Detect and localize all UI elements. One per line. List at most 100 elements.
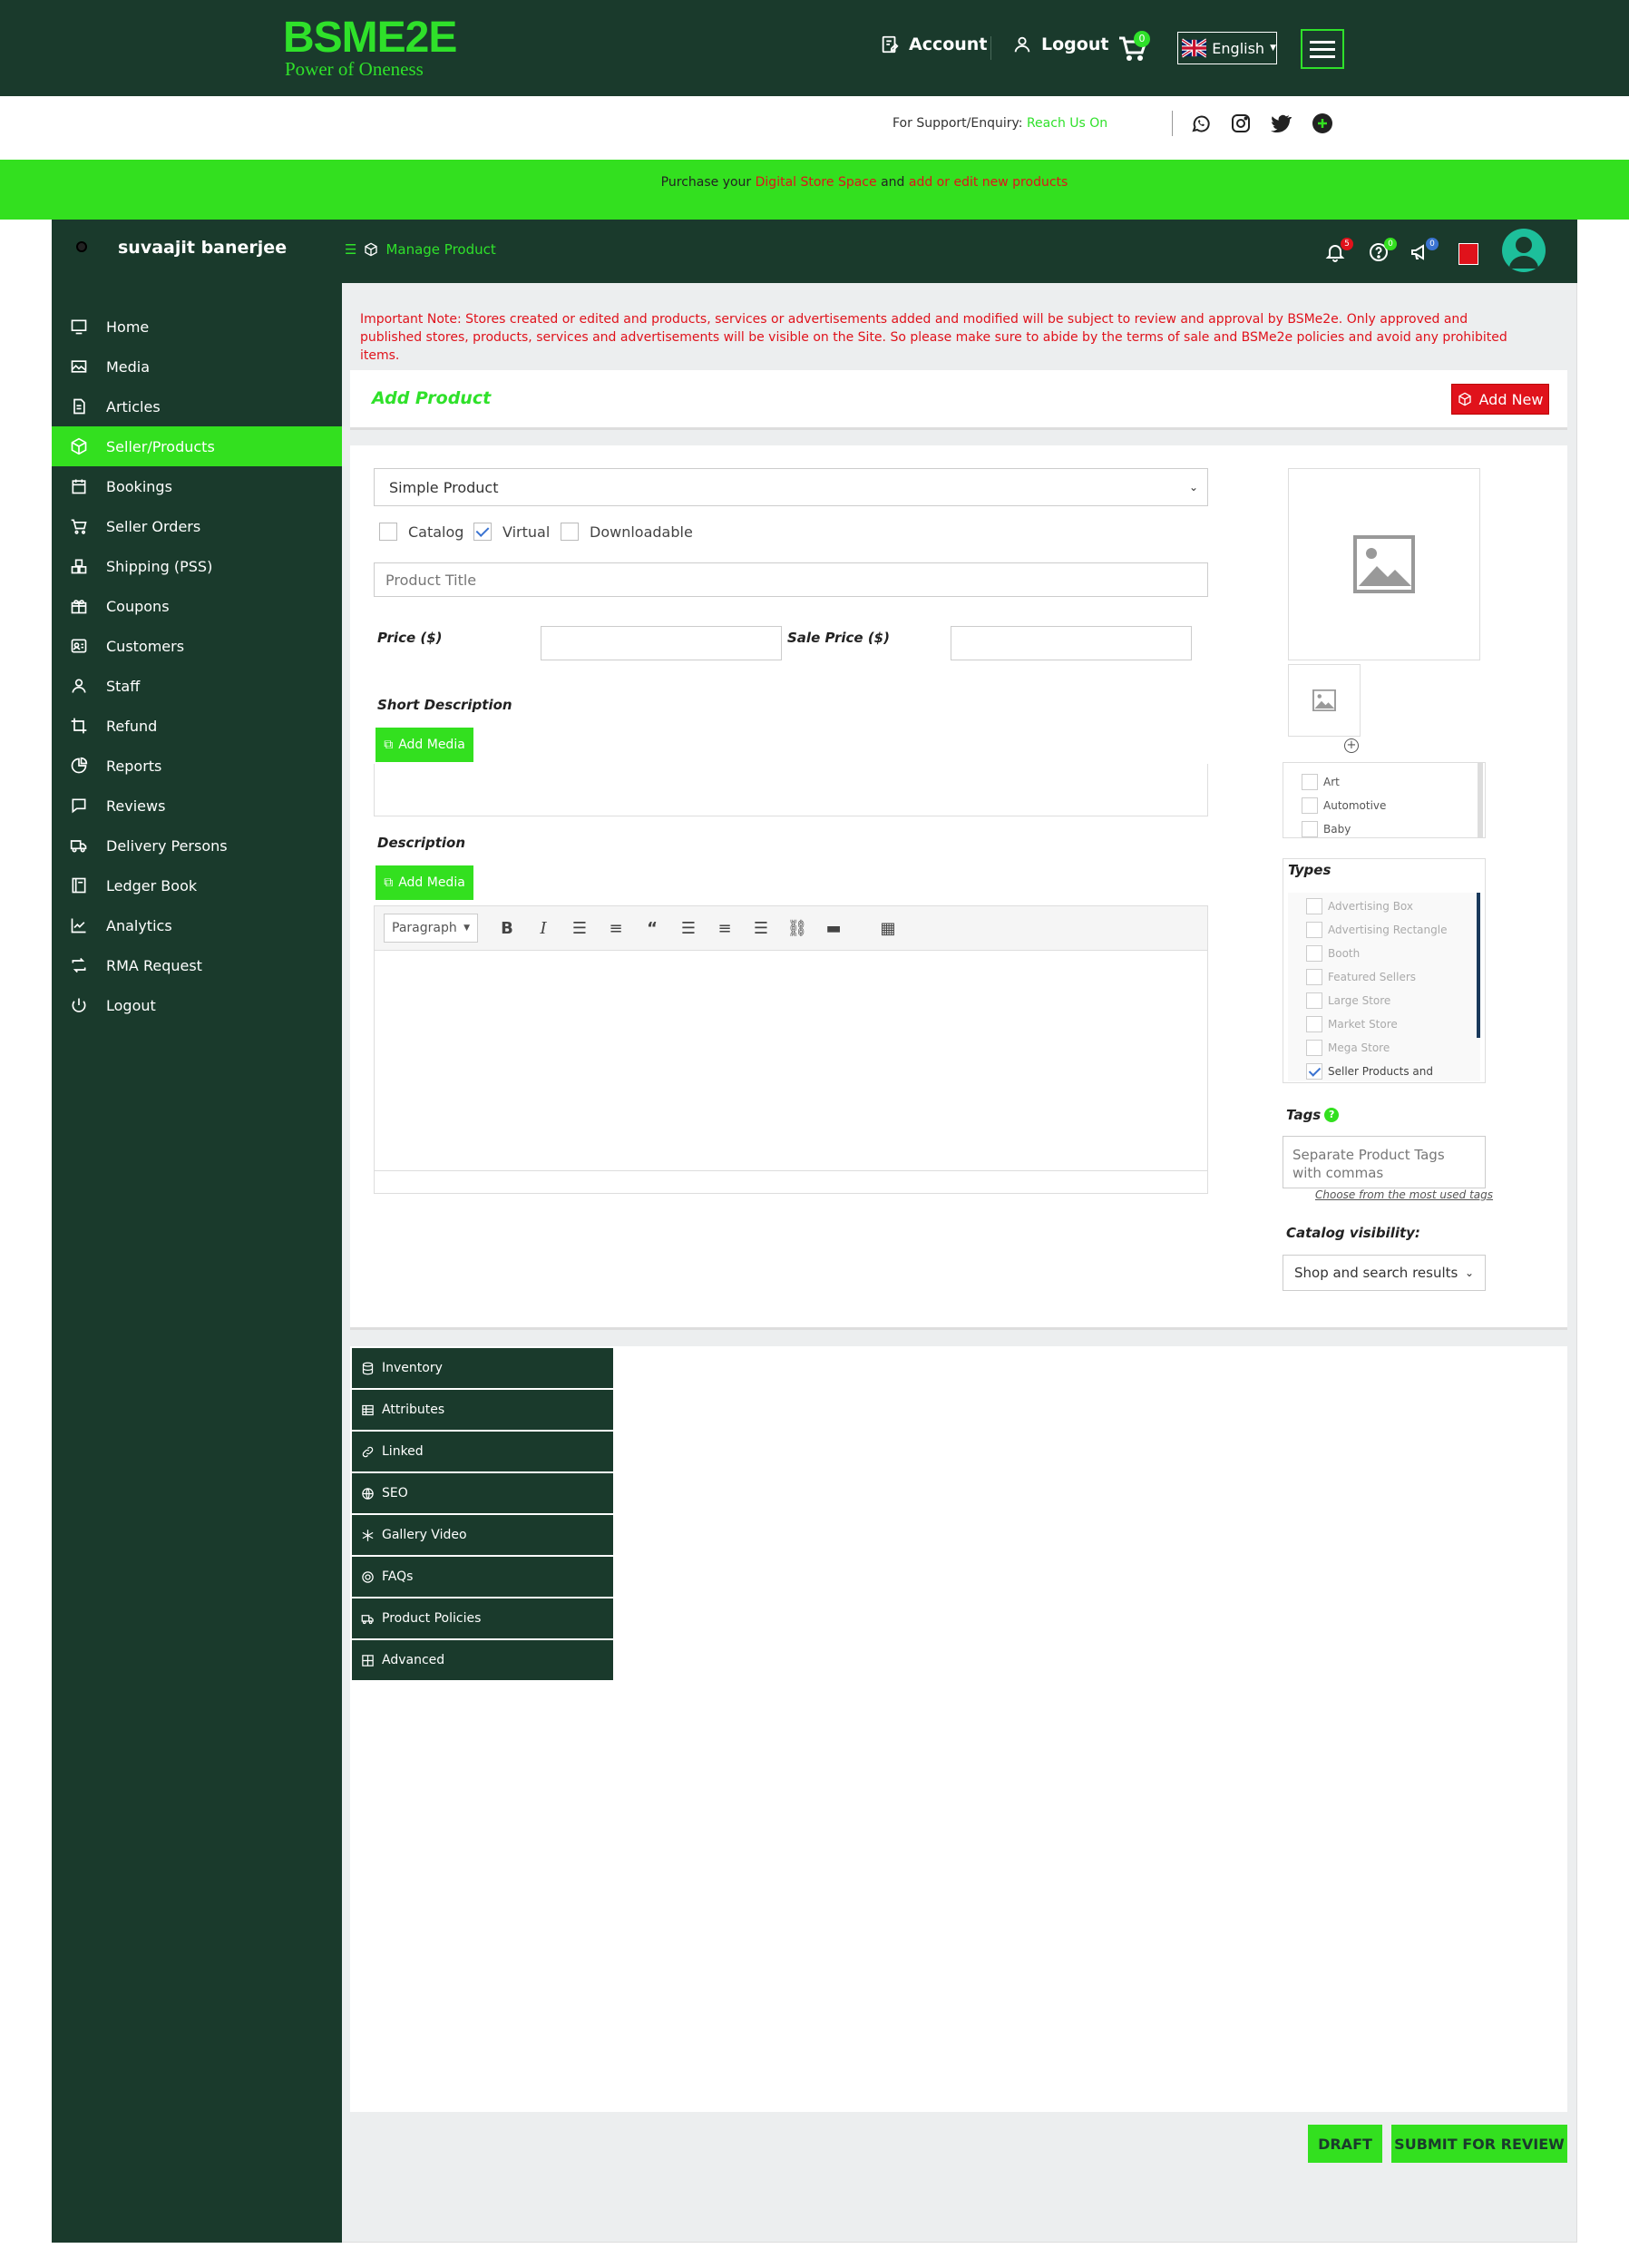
- list-icon: ☰: [345, 241, 357, 258]
- sidebar-item-coupons[interactable]: Coupons: [52, 586, 342, 626]
- add-gallery-image-icon[interactable]: +: [1344, 738, 1359, 753]
- brand-logo[interactable]: BSME2E: [283, 13, 457, 63]
- categories-scrollbar[interactable]: [1478, 763, 1483, 837]
- catalog-checkbox[interactable]: Catalog: [379, 523, 463, 541]
- sidebar-item-articles[interactable]: Articles: [52, 386, 342, 426]
- price-input[interactable]: [541, 626, 782, 660]
- manage-product-breadcrumb[interactable]: ☰ Manage Product: [345, 241, 496, 258]
- sidebar-item-bookings[interactable]: Bookings: [52, 466, 342, 506]
- featured-image-placeholder[interactable]: [1288, 468, 1480, 660]
- sidebar-item-ledger-book[interactable]: Ledger Book: [52, 865, 342, 905]
- sidebar-item-seller-orders[interactable]: Seller Orders: [52, 506, 342, 546]
- align-right-icon[interactable]: ☰: [743, 914, 779, 943]
- sidebar-item-rma-request[interactable]: RMA Request: [52, 945, 342, 985]
- most-used-tags-link[interactable]: Choose from the most used tags: [1315, 1188, 1493, 1201]
- tab-advanced[interactable]: Advanced: [352, 1640, 613, 1680]
- bullet-list-icon[interactable]: ☰: [561, 914, 598, 943]
- type-item[interactable]: Advertising Box: [1306, 898, 1413, 914]
- sidebar-item-seller-products[interactable]: Seller/Products: [52, 426, 342, 466]
- avatar-user-icon: [1509, 237, 1538, 269]
- type-item[interactable]: Market Store: [1306, 1016, 1398, 1032]
- align-left-icon[interactable]: ☰: [670, 914, 707, 943]
- draft-button[interactable]: DRAFT: [1308, 2125, 1382, 2163]
- tab-seo[interactable]: SEO: [352, 1473, 613, 1513]
- lifebuoy-icon: [362, 1570, 374, 1583]
- digital-store-link[interactable]: Digital Store Space: [756, 175, 877, 190]
- tags-help-icon[interactable]: ?: [1324, 1108, 1340, 1122]
- catalog-visibility-select[interactable]: Shop and search results ⌄: [1283, 1255, 1486, 1291]
- type-label: Market Store: [1328, 1018, 1398, 1031]
- user-name[interactable]: suvaajit banerjee: [118, 238, 287, 258]
- category-item[interactable]: Art: [1302, 774, 1340, 790]
- media-icon: ⧉: [384, 875, 394, 890]
- category-item[interactable]: Automotive: [1302, 797, 1386, 814]
- numbered-list-icon[interactable]: ≡: [598, 914, 634, 943]
- align-center-icon[interactable]: ≡: [707, 914, 743, 943]
- downloadable-checkbox[interactable]: Downloadable: [561, 523, 693, 541]
- add-media-button[interactable]: ⧉ Add Media: [376, 728, 473, 762]
- types-list[interactable]: Advertising Box Advertising Rectangle Bo…: [1288, 893, 1480, 1081]
- types-scrollbar[interactable]: [1477, 893, 1480, 1038]
- document-icon[interactable]: [1458, 243, 1478, 265]
- twitter-icon[interactable]: [1270, 112, 1292, 134]
- paragraph-format-select[interactable]: Paragraph ▼: [384, 914, 478, 943]
- sidebar-item-analytics[interactable]: Analytics: [52, 905, 342, 945]
- help-badge: 0: [1384, 238, 1397, 250]
- instagram-icon[interactable]: [1230, 112, 1252, 134]
- tags-input[interactable]: Separate Product Tags with commas: [1283, 1136, 1486, 1188]
- link-icon[interactable]: ⛓: [779, 914, 815, 943]
- plus-circle-icon[interactable]: [1312, 112, 1333, 134]
- tab-label: SEO: [382, 1486, 408, 1501]
- type-item[interactable]: Featured Sellers: [1306, 969, 1416, 985]
- add-products-link[interactable]: add or edit new products: [909, 175, 1068, 190]
- short-description-editor[interactable]: [374, 764, 1208, 816]
- toolbar-toggle-icon[interactable]: ▦: [870, 914, 906, 943]
- categories-list[interactable]: Art Automotive Baby: [1283, 762, 1486, 838]
- short-description-label: Short Description: [377, 697, 512, 713]
- sidebar-item-refund[interactable]: Refund: [52, 706, 342, 746]
- sidebar-item-staff[interactable]: Staff: [52, 666, 342, 706]
- sidebar-item-shipping[interactable]: Shipping (PSS): [52, 546, 342, 586]
- sale-price-input[interactable]: [951, 626, 1192, 660]
- bold-icon[interactable]: B: [489, 914, 525, 943]
- type-item[interactable]: Advertising Rectangle: [1306, 922, 1447, 938]
- add-new-button[interactable]: Add New: [1451, 384, 1549, 415]
- type-item[interactable]: Booth: [1306, 945, 1360, 962]
- italic-icon[interactable]: I: [525, 914, 561, 943]
- reach-us-link[interactable]: Reach Us On: [1027, 116, 1107, 131]
- category-item[interactable]: Baby: [1302, 821, 1351, 837]
- retweet-icon: [72, 957, 86, 973]
- tab-attributes[interactable]: Attributes: [352, 1390, 613, 1430]
- type-item[interactable]: Large Store: [1306, 992, 1390, 1009]
- tab-gallery-video[interactable]: Gallery Video: [352, 1515, 613, 1555]
- submit-for-review-button[interactable]: SUBMIT FOR REVIEW: [1391, 2125, 1567, 2163]
- tab-product-policies[interactable]: Product Policies: [352, 1598, 613, 1638]
- sidebar-item-media[interactable]: Media: [52, 347, 342, 386]
- blockquote-icon[interactable]: “: [634, 914, 670, 943]
- product-title-input[interactable]: Product Title: [374, 562, 1208, 597]
- sidebar-item-home[interactable]: Home: [52, 307, 342, 347]
- sidebar-item-logout[interactable]: Logout: [52, 985, 342, 1025]
- account-link[interactable]: Account: [880, 34, 987, 54]
- sidebar-item-reports[interactable]: Reports: [52, 746, 342, 786]
- logout-link[interactable]: Logout: [1012, 34, 1108, 54]
- language-selector[interactable]: English ▼: [1177, 32, 1277, 64]
- avatar[interactable]: [1502, 229, 1546, 272]
- gallery-image-placeholder[interactable]: [1288, 664, 1361, 737]
- description-editor[interactable]: [374, 951, 1208, 1194]
- tab-inventory[interactable]: Inventory: [352, 1348, 613, 1388]
- sidebar-item-delivery-persons[interactable]: Delivery Persons: [52, 826, 342, 865]
- sidebar-label: Ledger Book: [106, 876, 198, 894]
- sidebar-item-customers[interactable]: Customers: [52, 626, 342, 666]
- type-item[interactable]: Mega Store: [1306, 1040, 1390, 1056]
- virtual-checkbox[interactable]: Virtual: [473, 523, 550, 541]
- tab-linked[interactable]: Linked: [352, 1432, 613, 1471]
- read-more-icon[interactable]: ▬: [815, 914, 852, 943]
- product-type-select[interactable]: Simple Product ⌄: [374, 468, 1208, 506]
- sidebar-item-reviews[interactable]: Reviews: [52, 786, 342, 826]
- add-media-button[interactable]: ⧉ Add Media: [376, 865, 473, 900]
- hamburger-menu-button[interactable]: [1301, 29, 1344, 69]
- tab-faqs[interactable]: FAQs: [352, 1557, 613, 1597]
- whatsapp-icon[interactable]: [1190, 112, 1212, 134]
- type-item[interactable]: Seller Products and: [1306, 1063, 1433, 1080]
